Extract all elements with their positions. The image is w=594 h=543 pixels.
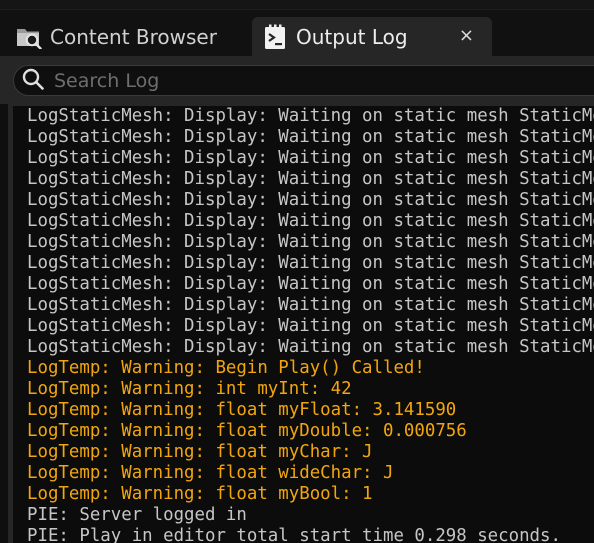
- tab-output-log[interactable]: Output Log ×: [252, 17, 492, 56]
- output-log-window: Content Browser Output Log × Search Log …: [0, 0, 594, 543]
- log-line: LogStaticMesh: Display: Waiting on stati…: [27, 232, 594, 252]
- search-icon: [22, 68, 44, 94]
- log-line: LogStaticMesh: Display: Waiting on stati…: [27, 274, 594, 294]
- window-top-strip: [0, 0, 594, 10]
- log-line: LogStaticMesh: Display: Waiting on stati…: [27, 169, 594, 189]
- log-line: LogTemp: Warning: float myFloat: 3.14159…: [27, 400, 457, 420]
- search-box[interactable]: [13, 65, 594, 96]
- log-line: LogStaticMesh: Display: Waiting on stati…: [27, 337, 594, 357]
- output-log-icon: [262, 24, 288, 50]
- log-line: PIE: Play in editor total start time 0.2…: [27, 526, 561, 543]
- log-line: LogTemp: Warning: float myChar: J: [27, 442, 373, 462]
- log-line: LogTemp: Warning: float myDouble: 0.0007…: [27, 421, 467, 441]
- log-output-area[interactable]: LogStaticMesh: Display: Waiting on stati…: [13, 106, 594, 543]
- folder-search-icon: [16, 24, 42, 50]
- close-tab-icon[interactable]: ×: [459, 25, 474, 46]
- log-line: LogStaticMesh: Display: Waiting on stati…: [27, 253, 594, 273]
- search-log-input[interactable]: [52, 68, 536, 93]
- log-line: LogStaticMesh: Display: Waiting on stati…: [27, 211, 594, 231]
- tab-content-browser-label: Content Browser: [50, 24, 217, 49]
- tab-output-log-label: Output Log: [296, 24, 408, 49]
- log-line: LogStaticMesh: Display: Waiting on stati…: [27, 106, 594, 126]
- tab-content-browser[interactable]: Content Browser: [8, 17, 244, 56]
- log-line: LogTemp: Warning: float wideChar: J: [27, 463, 394, 483]
- log-line: LogStaticMesh: Display: Waiting on stati…: [27, 127, 594, 147]
- log-line: LogStaticMesh: Display: Waiting on stati…: [27, 316, 594, 336]
- log-line: PIE: Server logged in: [27, 505, 247, 525]
- tab-bar: Content Browser Output Log ×: [0, 10, 594, 56]
- log-line: LogTemp: Warning: int myInt: 42: [27, 379, 352, 399]
- log-line: LogStaticMesh: Display: Waiting on stati…: [27, 295, 594, 315]
- log-line: LogTemp: Warning: Begin Play() Called!: [27, 358, 425, 378]
- log-line: LogStaticMesh: Display: Waiting on stati…: [27, 148, 594, 168]
- log-toolbar: [0, 56, 594, 104]
- log-line: LogTemp: Warning: float myBool: 1: [27, 484, 373, 504]
- log-line: LogStaticMesh: Display: Waiting on stati…: [27, 190, 594, 210]
